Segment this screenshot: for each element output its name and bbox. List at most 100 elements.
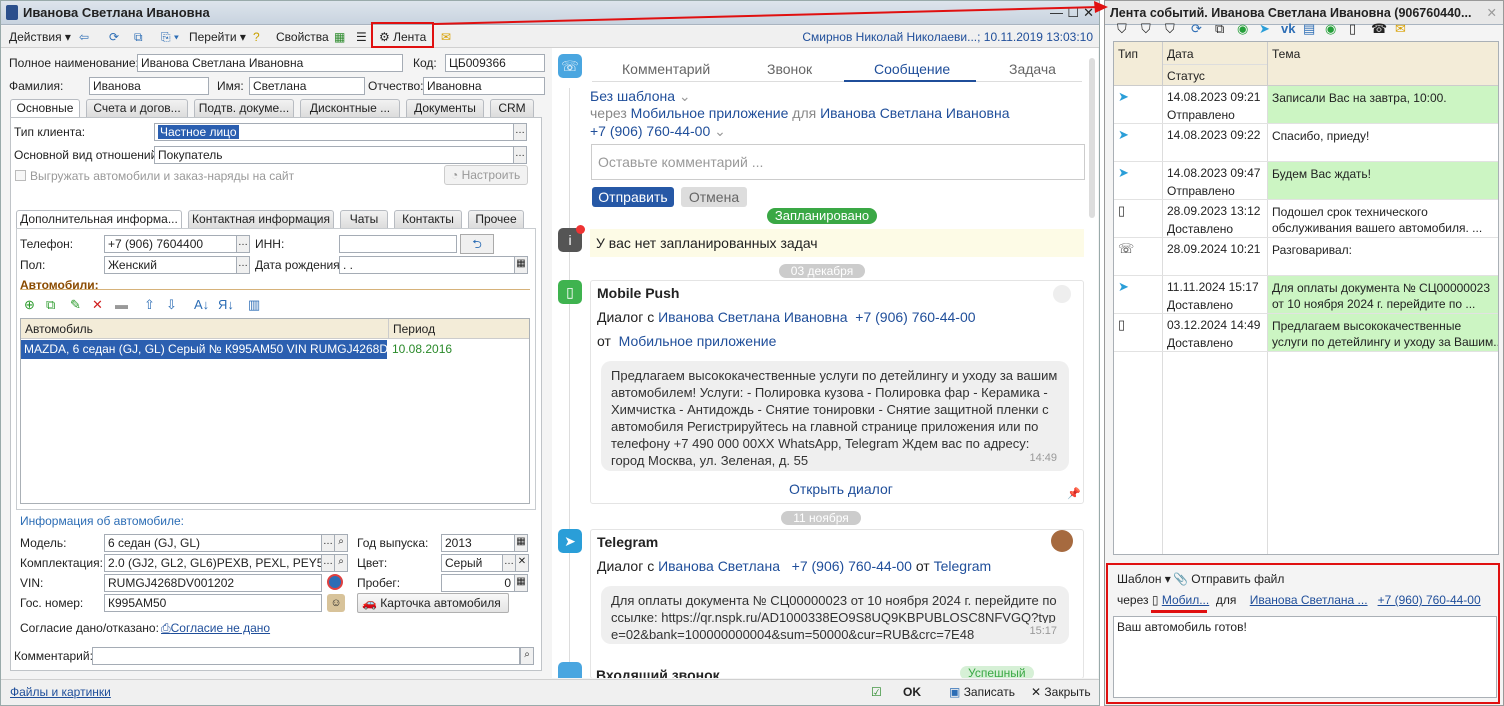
minimize-icon[interactable]: — [1050,1,1063,24]
table-row[interactable]: ➤ 14.08.2023 09:21 Отправлено Записали Вас … [1114,86,1498,124]
relation-input[interactable]: Покупатель [154,146,514,164]
table-row[interactable]: ▯ 28.09.2023 13:12 Доставлено Подошел срок … [1114,200,1498,238]
copy-car-icon[interactable]: ⧉ [46,296,55,314]
col-period[interactable]: Период [393,322,435,336]
phone-select-button[interactable]: … [236,235,250,253]
gender-input[interactable]: Женский [104,256,237,274]
year-input[interactable]: 2013 [441,534,515,552]
send-menu-icon[interactable]: ⎘ ▾ [161,26,179,48]
tg-phone-link[interactable]: +7 (906) 760-44-00 [792,558,912,574]
model-input[interactable]: 6 седан (GJ, GL) [104,534,322,552]
col-type[interactable]: Тип [1118,47,1138,61]
color-input[interactable]: Серый [441,554,503,572]
actions-menu[interactable]: Действия ▾ [9,26,71,48]
table-row[interactable]: ▯ 03.12.2024 14:49 Доставлено Предлагаем вы… [1114,314,1498,352]
mileage-input[interactable]: 0 [441,574,515,592]
mail-send-icon[interactable]: ✉ [1395,18,1406,40]
upload-checkbox[interactable] [15,170,26,181]
patronymic-input[interactable]: Ивановна [423,77,545,95]
col-car[interactable]: Автомобиль [25,322,93,336]
ok-button[interactable]: OK [903,684,921,700]
push-source-link[interactable]: Мобильное приложение [619,333,777,349]
color-select-button[interactable]: … [502,554,516,572]
mobile-icon[interactable]: ▯ [1349,18,1356,40]
tab-accounts[interactable]: Счета и догов... [86,99,188,117]
gender-select-button[interactable]: … [236,256,250,274]
plate-input[interactable]: К995АМ50 [104,594,322,612]
car-card-button[interactable]: 🚗 Карточка автомобиля [357,593,509,613]
feed-scrollbar[interactable] [1089,58,1095,218]
code-input[interactable]: ЦБ009366 [445,54,545,72]
color-clear-icon[interactable]: ✕ [515,554,529,572]
open-dialog-link[interactable]: Открыть диалог [789,481,893,497]
tab-confirm-docs[interactable]: Подтв. докуме... [194,99,294,117]
copy-icon[interactable]: ⧉ [134,26,143,48]
for-name-link[interactable]: Иванова Светлана Ивановна [820,105,1009,121]
subtab-chats[interactable]: Чаты [340,210,388,228]
birth-input[interactable]: . . [339,256,515,274]
push-name-link[interactable]: Иванова Светлана Ивановна [658,309,847,325]
col-status[interactable]: Статус [1167,69,1205,83]
relation-select-button[interactable]: … [513,146,527,164]
vin-decode-icon[interactable] [327,574,343,590]
calendar-icon[interactable]: ▦ [514,256,528,274]
vin-input[interactable]: RUMGJ4268DV001202 [104,574,322,592]
phone-input[interactable]: +7 (906) 7604400 [104,235,237,253]
delete-car-icon[interactable]: ✕ [92,296,103,314]
table-row[interactable]: ☏ 28.09.2024 10:21 Разговаривал: [1114,238,1498,276]
goto-menu[interactable]: Перейти ▾ [189,26,246,48]
send-button[interactable]: Отправить [592,187,674,207]
edit-car-icon[interactable]: ✎ [70,296,81,314]
maximize-icon[interactable]: ☐ [1067,1,1079,24]
filter-icon[interactable]: ⛉ [1117,18,1127,40]
filter-settings-icon[interactable]: ⛉ [1165,18,1175,40]
inn-input[interactable] [339,235,457,253]
subtab-other[interactable]: Прочее [468,210,524,228]
vk-icon[interactable]: vk [1281,18,1295,40]
full-name-input[interactable]: Иванова Светлана Ивановна [137,54,403,72]
line-icon[interactable]: ◉ [1325,18,1336,40]
last-name-input[interactable]: Иванова [89,77,209,95]
consent-link[interactable]: ⎙Согласие не дано [161,620,270,636]
report-icon[interactable]: ▥ [248,296,260,314]
subtab-additional[interactable]: Дополнительная информа... [16,210,182,229]
via-channel-link[interactable]: Мобильное приложение [631,105,789,121]
equip-input[interactable]: 2.0 (GJ2, GL2, GL6)PEXB, PEXL, PEY5, PEY [104,554,322,572]
table-row[interactable]: ➤ 14.08.2023 09:22 Спасибо, приеду! [1114,124,1498,162]
tab-documents[interactable]: Документы [406,99,484,117]
table-row[interactable]: ➤ 14.08.2023 09:47 Отправлено Будем Вас жда… [1114,162,1498,200]
save-button[interactable]: ▣ Записать [949,684,1015,700]
subtab-contacts[interactable]: Контакты [394,210,462,228]
configure-button[interactable]: ◔ Настроить [444,165,528,185]
first-name-input[interactable]: Светлана [249,77,365,95]
close-button[interactable]: ✕ Закрыть [1031,684,1091,700]
mail-icon[interactable]: ✉ [441,26,451,48]
table-row[interactable]: MAZDA, 6 седан (GJ, GL) Серый № К995АМ50… [21,340,529,359]
comment-search-icon[interactable]: ⌕ [520,647,534,665]
tab-call[interactable]: Звонок [767,61,812,77]
equip-select-button[interactable]: … [321,554,335,572]
refresh-icon[interactable]: ⟳ [109,26,119,48]
client-type-select-button[interactable]: … [513,123,527,141]
save-car-icon[interactable]: ▬ [115,296,128,314]
feed-phone-select[interactable]: +7 (906) 760-44-00 ⌄ [590,123,726,140]
tab-main[interactable]: Основные [10,99,80,118]
back-icon[interactable]: ⇦ [79,26,89,48]
help-icon[interactable]: ? [253,26,260,48]
cancel-button[interactable]: Отмена [681,187,747,207]
plate-icon[interactable]: ☺ [327,594,345,612]
pin-icon[interactable]: 📌 [1067,487,1081,500]
properties-button[interactable]: Свойства [276,26,329,48]
tab-crm[interactable]: CRM [490,99,534,117]
tg-name-link[interactable]: Иванова Светлана [658,558,780,574]
list-icon[interactable]: ☰ [356,26,367,48]
tg-source-link[interactable]: Telegram [934,558,992,574]
subtab-contact-info[interactable]: Контактная информация [188,210,334,228]
inn-lookup-button[interactable]: ⮌ [460,234,494,254]
whatsapp-icon[interactable]: ◉ [1237,18,1248,40]
feed-reply-icon[interactable]: ☏ [558,54,582,78]
refresh-events-icon[interactable]: ⟳ [1191,18,1202,40]
tab-task[interactable]: Задача [1009,61,1056,77]
files-link[interactable]: Файлы и картинки [10,684,111,700]
sms-icon[interactable]: ▤ [1303,18,1315,40]
